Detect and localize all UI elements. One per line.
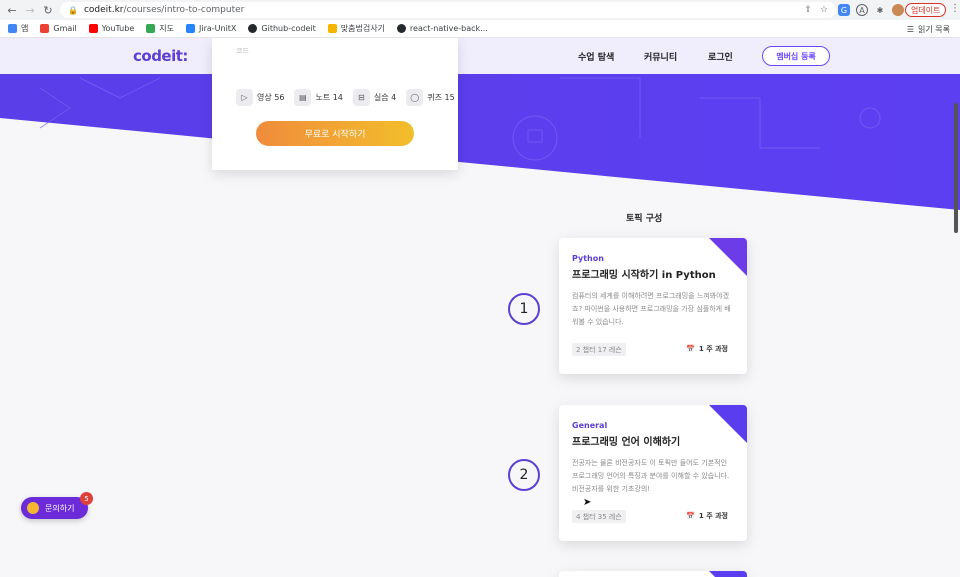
- course-stats: ▷ 영상 56 ▤ 노트 14 ⊟ 실습 4 ◯ 퀴즈 15: [236, 89, 459, 106]
- extension-translate-icon[interactable]: G: [838, 4, 850, 16]
- topic-corner-decoration: [709, 405, 747, 443]
- bookmarks-bar: 앱 Gmail YouTube 지도 Jira-UnitX Github-cod…: [0, 20, 960, 38]
- stat-quizzes: ◯ 퀴즈 15: [406, 89, 455, 106]
- browser-toolbar: ← → ↻ 🔒 codeit.kr /courses/intro-to-comp…: [0, 0, 960, 20]
- topic-duration: 📅 1 주 과정: [686, 512, 728, 520]
- scrollbar-thumb[interactable]: [954, 103, 958, 233]
- url-path: /courses/intro-to-computer: [123, 5, 245, 15]
- topic-title: 프로그래밍 시작하기 in Python: [572, 270, 716, 281]
- gmail-icon: [40, 24, 50, 33]
- url-host: codeit.kr: [83, 5, 124, 15]
- apps-grid-icon: [8, 24, 17, 33]
- lock-icon: 🔒: [68, 5, 78, 15]
- bookmark-star-icon[interactable]: ☆: [820, 5, 828, 15]
- stat-practice: ⊟ 실습 4: [352, 89, 396, 106]
- reload-icon[interactable]: ↻: [39, 1, 57, 19]
- topic-description: 컴퓨터의 세계를 이해하려면 프로그래밍을 느껴봐야겠죠? 파이썬을 사용하면 …: [572, 292, 731, 326]
- calendar-icon: 📅: [686, 512, 695, 520]
- site-header: codeit: 수업 탐색 커뮤니티 로그인 멤버십 등록: [0, 38, 960, 74]
- calendar-icon: 📅: [686, 345, 695, 353]
- jira-icon: [185, 24, 195, 33]
- topic-corner-decoration: [709, 571, 747, 577]
- note-icon: ▤: [294, 89, 312, 106]
- share-icon[interactable]: ⇧: [804, 5, 812, 15]
- extension-a-icon[interactable]: A: [856, 4, 868, 16]
- nav-login[interactable]: 로그인: [708, 50, 733, 63]
- topic-card-1[interactable]: Python 프로그래밍 시작하기 in Python 컴퓨터의 세계를 이해하…: [559, 238, 747, 374]
- bookmark-jira[interactable]: Jira-UnitX: [185, 24, 236, 33]
- back-icon[interactable]: ←: [3, 1, 21, 19]
- topic-duration: 📅 1 주 과정: [686, 345, 728, 353]
- quiz-icon: ◯: [406, 89, 424, 106]
- forward-icon[interactable]: →: [21, 1, 39, 19]
- mouse-cursor-icon: ➤: [583, 497, 592, 508]
- bookmark-gmail[interactable]: Gmail: [40, 24, 77, 33]
- profile-avatar[interactable]: [892, 4, 904, 16]
- code-icon: ⊟: [352, 89, 370, 106]
- nav-community[interactable]: 커뮤니티: [644, 50, 677, 63]
- maps-icon: [146, 24, 156, 33]
- course-card-faded-label: 코드: [236, 47, 249, 55]
- course-summary-card: 코드 ▷ 영상 56 ▤ 노트 14 ⊟ 실습 4 ◯ 퀴즈 15 무료로 시작…: [212, 38, 458, 170]
- topic-number-1: 1: [508, 293, 540, 325]
- topic-description: 전공자는 물론 비전공자도 이 토픽만 들어도 기본적인 프로그래밍 언어의 특…: [572, 459, 730, 493]
- page-content: codeit: 수업 탐색 커뮤니티 로그인 멤버십 등록 코드 ▷ 영상 56…: [0, 38, 960, 577]
- github-icon: [396, 24, 406, 33]
- reading-list[interactable]: ☰ 읽기 목록: [907, 20, 950, 38]
- start-free-button[interactable]: 무료로 시작하기: [256, 121, 414, 146]
- bookmark-spellcheck[interactable]: 맞춤법검사기: [327, 23, 385, 34]
- topic-card-2[interactable]: General 프로그래밍 언어 이해하기 전공자는 물론 비전공자도 이 토픽…: [559, 405, 747, 541]
- topic-chapters-chip: 4 챕터 35 레슨: [572, 510, 626, 523]
- play-icon: ▷: [236, 89, 253, 106]
- menu-icon[interactable]: ⋮: [950, 3, 960, 14]
- address-bar[interactable]: 🔒 codeit.kr /courses/intro-to-computer ⇧…: [60, 2, 836, 18]
- topic-chapters-chip: 2 챕터 17 레슨: [572, 343, 626, 356]
- membership-signup-button[interactable]: 멤버십 등록: [762, 46, 830, 66]
- topics-section-title: 토픽 구성: [626, 214, 663, 224]
- topic-language: General: [572, 421, 608, 430]
- update-button[interactable]: 업데이트: [905, 3, 947, 17]
- bookmark-react-native[interactable]: react-native-back...: [396, 24, 488, 33]
- bookmark-apps[interactable]: 앱: [8, 23, 28, 34]
- nav-explore-courses[interactable]: 수업 탐색: [578, 50, 614, 63]
- chat-bubble-icon: [27, 502, 39, 514]
- extensions-puzzle-icon[interactable]: ✱: [874, 4, 886, 16]
- topic-number-2: 2: [508, 459, 540, 491]
- spellcheck-icon: [327, 24, 337, 33]
- reading-list-icon: ☰: [906, 24, 915, 34]
- bookmark-youtube[interactable]: YouTube: [88, 24, 134, 33]
- bookmark-maps[interactable]: 지도: [146, 23, 174, 34]
- topic-card-3[interactable]: [559, 571, 747, 577]
- stat-videos: ▷ 영상 56: [236, 89, 284, 106]
- stat-notes: ▤ 노트 14: [294, 89, 343, 106]
- topic-title: 프로그래밍 언어 이해하기: [572, 437, 681, 448]
- youtube-icon: [88, 24, 98, 33]
- chat-notification-badge: 5: [80, 492, 93, 505]
- codeit-logo[interactable]: codeit:: [133, 47, 188, 65]
- inquiry-chat-button[interactable]: 문의하기: [21, 497, 88, 519]
- bookmark-github-codeit[interactable]: Github-codeit: [248, 24, 316, 33]
- topic-language: Python: [572, 254, 604, 263]
- github-icon: [248, 24, 258, 33]
